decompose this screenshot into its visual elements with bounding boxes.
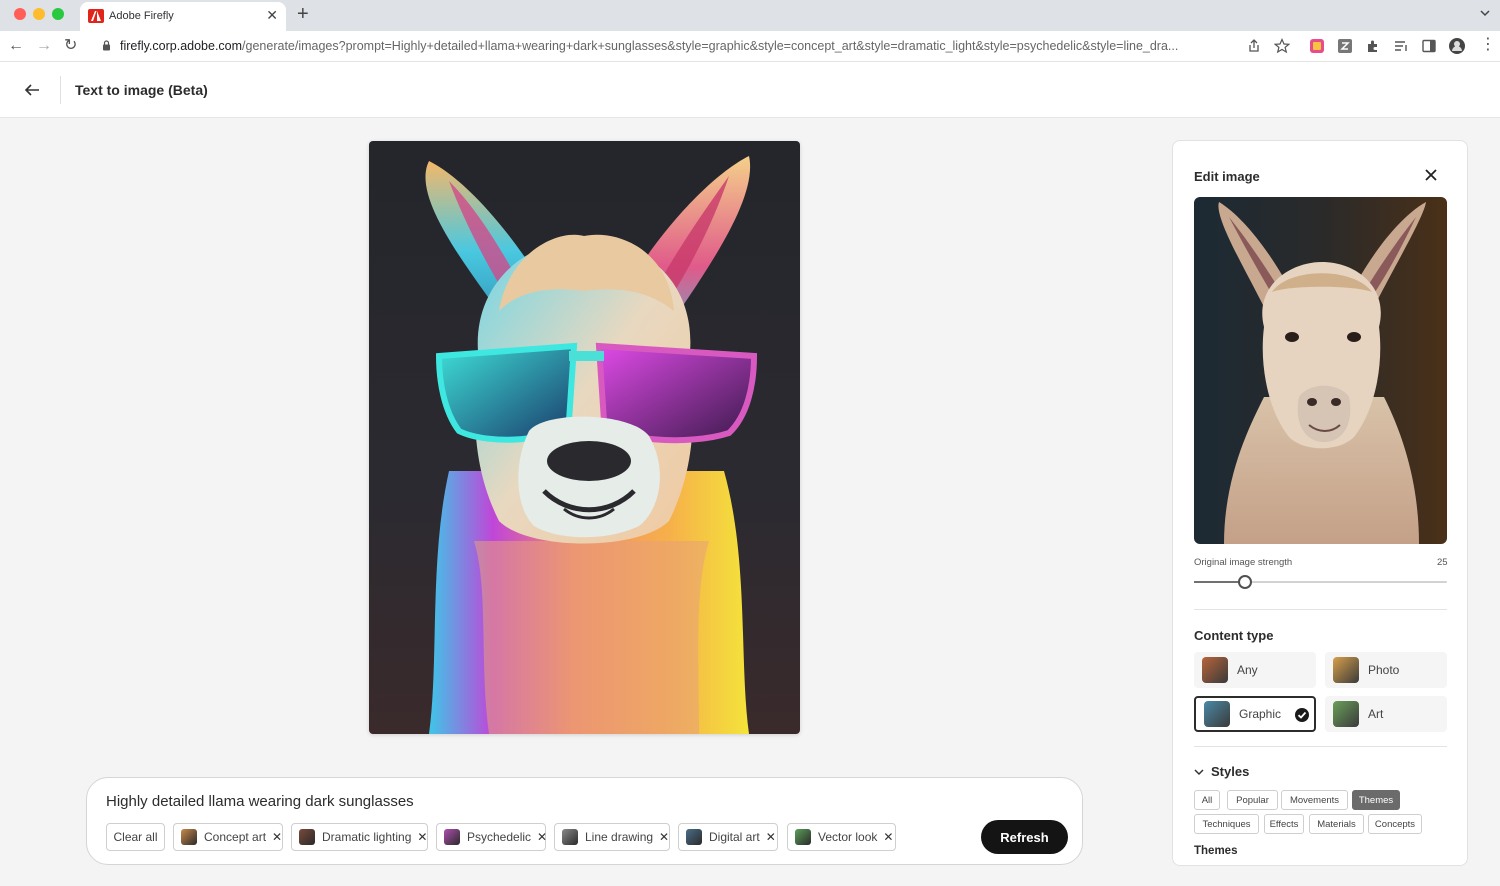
content-type-label: Graphic	[1239, 707, 1282, 721]
chip-label: Line drawing	[585, 830, 654, 844]
content-type-label: Any	[1237, 663, 1258, 677]
close-icon[interactable]	[1424, 168, 1438, 182]
photo-thumbnail	[1333, 657, 1359, 683]
browser-address-bar: ← → ↻ firefly.corp.adobe.com/generate/im…	[0, 31, 1500, 62]
chip-label: Digital art	[709, 830, 760, 844]
puzzle-icon[interactable]	[1365, 38, 1381, 54]
styles-filter-all[interactable]: All	[1194, 790, 1220, 810]
remove-chip-icon[interactable]: ✕	[537, 830, 547, 844]
reference-image[interactable]	[1194, 197, 1447, 544]
content-type-art[interactable]: Art	[1325, 696, 1447, 732]
share-icon[interactable]	[1246, 38, 1262, 54]
new-tab-icon[interactable]: +	[297, 3, 309, 26]
style-chip-line-drawing[interactable]: Line drawing ✕	[554, 823, 670, 851]
concept-art-thumbnail	[181, 829, 197, 845]
edit-image-panel: Edit image Original image strength 25 Co…	[1172, 140, 1468, 866]
bookmark-star-icon[interactable]	[1274, 38, 1290, 54]
styles-filter-movements[interactable]: Movements	[1281, 790, 1348, 810]
remove-chip-icon[interactable]: ✕	[659, 830, 669, 844]
extension-z-icon[interactable]	[1337, 38, 1353, 54]
browser-tab[interactable]: Adobe Firefly ✕	[80, 2, 286, 31]
window-zoom-button[interactable]	[52, 8, 64, 20]
header-divider	[60, 76, 61, 104]
strength-label: Original image strength	[1194, 557, 1293, 568]
vector-look-thumbnail	[795, 829, 811, 845]
clear-all-label: Clear all	[113, 830, 158, 844]
strength-value: 25	[1437, 557, 1448, 568]
style-chip-concept-art[interactable]: Concept art ✕	[173, 823, 283, 851]
styles-filter-concepts[interactable]: Concepts	[1368, 814, 1422, 834]
clear-all-button[interactable]: Clear all	[106, 823, 165, 851]
remove-chip-icon[interactable]: ✕	[766, 830, 776, 844]
styles-toggle[interactable]: Styles	[1194, 764, 1249, 779]
graphic-thumbnail	[1204, 701, 1230, 727]
style-chip-digital-art[interactable]: Digital art ✕	[678, 823, 778, 851]
llama-graphic-image	[369, 141, 800, 734]
line-drawing-thumbnail	[562, 829, 578, 845]
llama-photo-image	[1194, 197, 1447, 544]
content-type-photo[interactable]: Photo	[1325, 652, 1447, 688]
back-arrow-icon[interactable]	[22, 80, 42, 100]
section-divider	[1194, 746, 1447, 747]
url-path: /generate/images?prompt=Highly+detailed+…	[242, 39, 1179, 53]
strength-slider[interactable]	[1194, 575, 1447, 589]
remove-chip-icon[interactable]: ✕	[417, 830, 427, 844]
remove-chip-icon[interactable]: ✕	[272, 830, 282, 844]
remove-chip-icon[interactable]: ✕	[883, 830, 893, 844]
window-close-button[interactable]	[14, 8, 26, 20]
browser-tab-bar: Adobe Firefly ✕ +	[0, 0, 1500, 31]
side-panel-icon[interactable]	[1421, 38, 1437, 54]
style-chip-psychedelic[interactable]: Psychedelic ✕	[436, 823, 547, 851]
digital-art-thumbnail	[686, 829, 702, 845]
chip-label: Dramatic lighting	[322, 830, 412, 844]
prompt-input[interactable]: Highly detailed llama wearing dark sungl…	[106, 793, 414, 810]
window-minimize-button[interactable]	[33, 8, 45, 20]
chip-label: Psychedelic	[467, 830, 532, 844]
section-divider	[1194, 609, 1447, 610]
checkmark-icon	[1295, 708, 1309, 722]
app-header: Text to image (Beta)	[0, 62, 1500, 118]
reload-icon[interactable]: ↻	[64, 37, 77, 55]
content-type-label: Art	[1368, 707, 1384, 721]
content-type-label: Photo	[1368, 663, 1400, 677]
url-field[interactable]: firefly.corp.adobe.com/generate/images?p…	[120, 39, 1232, 53]
themes-heading: Themes	[1194, 845, 1238, 857]
styles-filter-effects[interactable]: Effects	[1264, 814, 1304, 834]
styles-filter-techniques[interactable]: Techniques	[1194, 814, 1259, 834]
tab-title: Adobe Firefly	[109, 10, 174, 22]
content-type-any[interactable]: Any	[1194, 652, 1316, 688]
back-icon[interactable]: ←	[8, 37, 24, 55]
any-thumbnail	[1202, 657, 1228, 683]
chevron-down-icon[interactable]	[1480, 8, 1490, 18]
styles-filter-popular[interactable]: Popular	[1227, 790, 1278, 810]
tab-close-icon[interactable]: ✕	[266, 7, 278, 24]
adobe-logo-icon	[88, 9, 104, 23]
styles-title: Styles	[1211, 764, 1250, 779]
browser-menu-icon[interactable]: ⋮	[1480, 36, 1496, 54]
styles-filter-materials[interactable]: Materials	[1309, 814, 1364, 834]
art-thumbnail	[1333, 701, 1359, 727]
chip-label: Concept art	[204, 830, 267, 844]
panel-title: Edit image	[1194, 169, 1260, 184]
psychedelic-thumbnail	[444, 829, 460, 845]
page-title: Text to image (Beta)	[75, 82, 208, 98]
extension-color-icon[interactable]	[1309, 38, 1325, 54]
profile-avatar-icon[interactable]	[1449, 38, 1465, 54]
slider-thumb[interactable]	[1237, 575, 1252, 589]
dramatic-lighting-thumbnail	[299, 829, 315, 845]
url-host: firefly.corp.adobe.com	[120, 39, 243, 53]
chevron-down-icon	[1194, 768, 1204, 775]
content-type-title: Content type	[1194, 628, 1274, 643]
content-type-graphic[interactable]: Graphic	[1194, 696, 1316, 732]
lock-icon	[103, 40, 110, 51]
chip-label: Vector look	[818, 830, 878, 844]
forward-icon[interactable]: →	[36, 37, 52, 55]
refresh-button[interactable]: Refresh	[981, 820, 1068, 854]
reading-list-icon[interactable]	[1393, 38, 1409, 54]
style-chip-dramatic-lighting[interactable]: Dramatic lighting ✕	[291, 823, 428, 851]
styles-filter-themes[interactable]: Themes	[1352, 790, 1400, 810]
style-chip-vector-look[interactable]: Vector look ✕	[787, 823, 896, 851]
prompt-bar: Highly detailed llama wearing dark sungl…	[86, 777, 1083, 865]
generated-image[interactable]	[369, 141, 800, 734]
